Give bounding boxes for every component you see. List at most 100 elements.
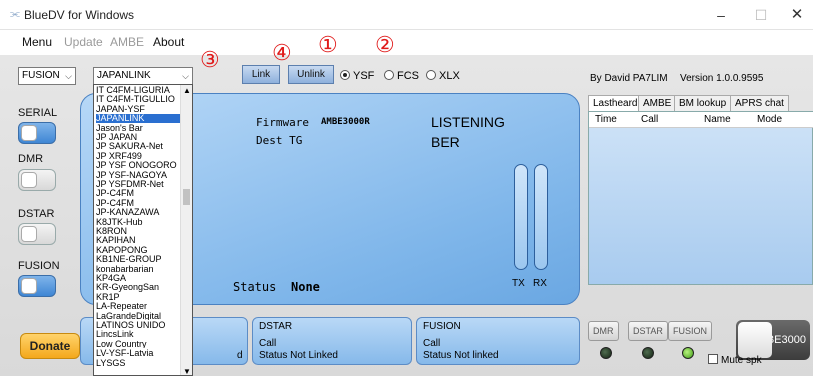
author-byline: By David PA7LIM [590, 73, 668, 84]
serial-toggle[interactable] [18, 122, 56, 144]
dstar-toggle[interactable] [18, 223, 56, 245]
column-time[interactable]: Time [595, 114, 617, 125]
dropdown-item[interactable]: JP YSF-NAGOYA [96, 171, 180, 180]
dstar-led-button[interactable]: DSTAR [628, 321, 668, 341]
fusion-led-button[interactable]: FUSION [668, 321, 713, 341]
dmr-led-icon [600, 347, 612, 359]
dropdown-item[interactable]: LYSGS [96, 359, 180, 368]
tab-bm-lookup[interactable]: BM lookup [674, 95, 732, 111]
firmware-label: Firmware [256, 116, 309, 129]
lastheard-grid[interactable]: Time Call Name Mode [588, 111, 813, 285]
dropdown-item[interactable]: LincsLink [96, 330, 180, 339]
version-text: Version 1.0.0.9595 [680, 73, 764, 84]
dropdown-item[interactable]: JP JAPAN [96, 133, 180, 142]
mode-select[interactable]: FUSION ⌵ [18, 67, 76, 85]
rx-label: RX [533, 278, 547, 289]
fusion-status-text: Status Not linked [423, 350, 499, 361]
column-name[interactable]: Name [704, 114, 731, 125]
mute-speaker-checkbox[interactable]: Mute spk [708, 354, 762, 366]
dmr-led-button[interactable]: DMR [588, 321, 619, 341]
dropdown-item[interactable]: LaGrandeDigital [96, 312, 180, 321]
menu-bar: Menu Update AMBE About [0, 31, 813, 53]
dropdown-item[interactable]: JAPANLINK [96, 114, 180, 123]
reflector-dropdown-list[interactable]: IT C4FM-LIGURIA IT C4FM-TIGULLIO JAPAN-YSF… [93, 84, 193, 376]
dropdown-item[interactable]: LA-Repeater [96, 302, 180, 311]
radio-dot [340, 70, 350, 80]
dropdown-item[interactable]: konabarbarian [96, 265, 180, 274]
ambe-button-face [738, 322, 772, 358]
menu-item-update[interactable]: Update [64, 35, 103, 49]
dmr-toggle[interactable] [18, 169, 56, 191]
checkbox-box [708, 354, 718, 364]
fusion-led-icon [682, 347, 694, 359]
dropdown-item[interactable]: LATINOS UNIDO [96, 321, 180, 330]
dropdown-item[interactable]: JP YSFDMR-Net [96, 180, 180, 189]
reflector-select[interactable]: JAPANLINK ⌵ [93, 67, 193, 85]
radio-fcs[interactable]: FCS [384, 70, 419, 82]
menu-item-about[interactable]: About [153, 35, 184, 49]
radio-xlx[interactable]: XLX [426, 70, 460, 82]
radio-fcs-label: FCS [397, 70, 419, 82]
tab-lastheard[interactable]: Lastheard [588, 95, 643, 111]
link-button[interactable]: Link [242, 65, 280, 84]
annotation-4: ④ [272, 41, 292, 66]
dropdown-item[interactable]: KR-GyeongSan [96, 283, 180, 292]
radio-ysf[interactable]: YSF [340, 70, 374, 82]
fusion-call-label: Call [423, 338, 441, 349]
menu-item-menu[interactable]: Menu [22, 35, 52, 49]
dropdown-item[interactable]: JP YSF ONOGORO [96, 161, 180, 170]
dstar-status-text: Status Not Linked [259, 350, 338, 361]
dropdown-item[interactable]: JAPAN-YSF [96, 105, 180, 114]
dropdown-item[interactable]: JP-KANAZAWA [96, 208, 180, 217]
window-title: BlueDV for Windows [24, 8, 135, 22]
dropdown-item[interactable]: JP SAKURA-Net [96, 142, 180, 151]
column-call[interactable]: Call [641, 114, 658, 125]
scroll-thumb[interactable] [183, 189, 190, 205]
fusion-panel-title: FUSION [423, 321, 461, 332]
close-button[interactable]: ✕ [782, 6, 812, 24]
toggle-knob [21, 172, 37, 188]
annotation-1: ① [318, 33, 338, 58]
dropdown-item[interactable]: JP-C4FM [96, 199, 180, 208]
rx-meter [534, 164, 548, 270]
dropdown-item[interactable]: KAPOPONG [96, 246, 180, 255]
tab-ambe[interactable]: AMBE [638, 95, 677, 111]
dropdown-item[interactable]: K8RON [96, 227, 180, 236]
fusion-mode-panel: FUSION Call Status Not linked [416, 317, 580, 365]
dropdown-item[interactable]: Low Country [96, 340, 180, 349]
dropdown-item[interactable]: KP4GA [96, 274, 180, 283]
status-label: Status [233, 280, 277, 294]
minimize-button[interactable]: – [706, 6, 736, 24]
mute-speaker-label: Mute spk [721, 355, 762, 366]
column-mode[interactable]: Mode [757, 114, 782, 125]
ber-text: BER [431, 134, 460, 150]
dstar-mode-panel: DSTAR Call Status Not Linked [252, 317, 412, 365]
dropdown-item[interactable]: IT C4FM-LIGURIA [96, 86, 180, 95]
firmware-value: AMBE3000R [321, 117, 370, 127]
mode-select-value: FUSION [22, 70, 60, 81]
dropdown-item[interactable]: K8JTK-Hub [96, 218, 180, 227]
dropdown-scrollbar[interactable]: ▲ ▼ [180, 85, 192, 375]
signal-icon: ⫘ [10, 8, 20, 20]
menu-item-ambe[interactable]: AMBE [110, 35, 144, 49]
dstar-panel-title: DSTAR [259, 321, 293, 332]
donate-button[interactable]: Donate [20, 333, 80, 359]
fusion-toggle[interactable] [18, 275, 56, 297]
dest-tg-label: Dest TG [256, 134, 303, 147]
dropdown-item[interactable]: JP XRF499 [96, 152, 180, 161]
dropdown-item[interactable]: JP-C4FM [96, 189, 180, 198]
reflector-select-value: JAPANLINK [97, 70, 151, 81]
maximize-button[interactable]: ☐ [746, 6, 776, 24]
dropdown-item[interactable]: IT C4FM-TIGULLIO [96, 95, 180, 104]
dropdown-item[interactable]: Jason's Bar [96, 124, 180, 133]
dstar-label: DSTAR [18, 208, 55, 220]
dropdown-item[interactable]: KB1NE-GROUP [96, 255, 180, 264]
scroll-up-icon[interactable]: ▲ [183, 86, 191, 95]
dropdown-item[interactable]: LV-YSF-Latvia [96, 349, 180, 358]
dropdown-item[interactable]: KR1P [96, 293, 180, 302]
tab-aprs-chat[interactable]: APRS chat [730, 95, 789, 111]
dropdown-item[interactable]: KAPIHAN [96, 236, 180, 245]
toggle-knob [21, 226, 37, 242]
scroll-down-icon[interactable]: ▼ [183, 367, 191, 375]
unlink-button[interactable]: Unlink [288, 65, 334, 84]
